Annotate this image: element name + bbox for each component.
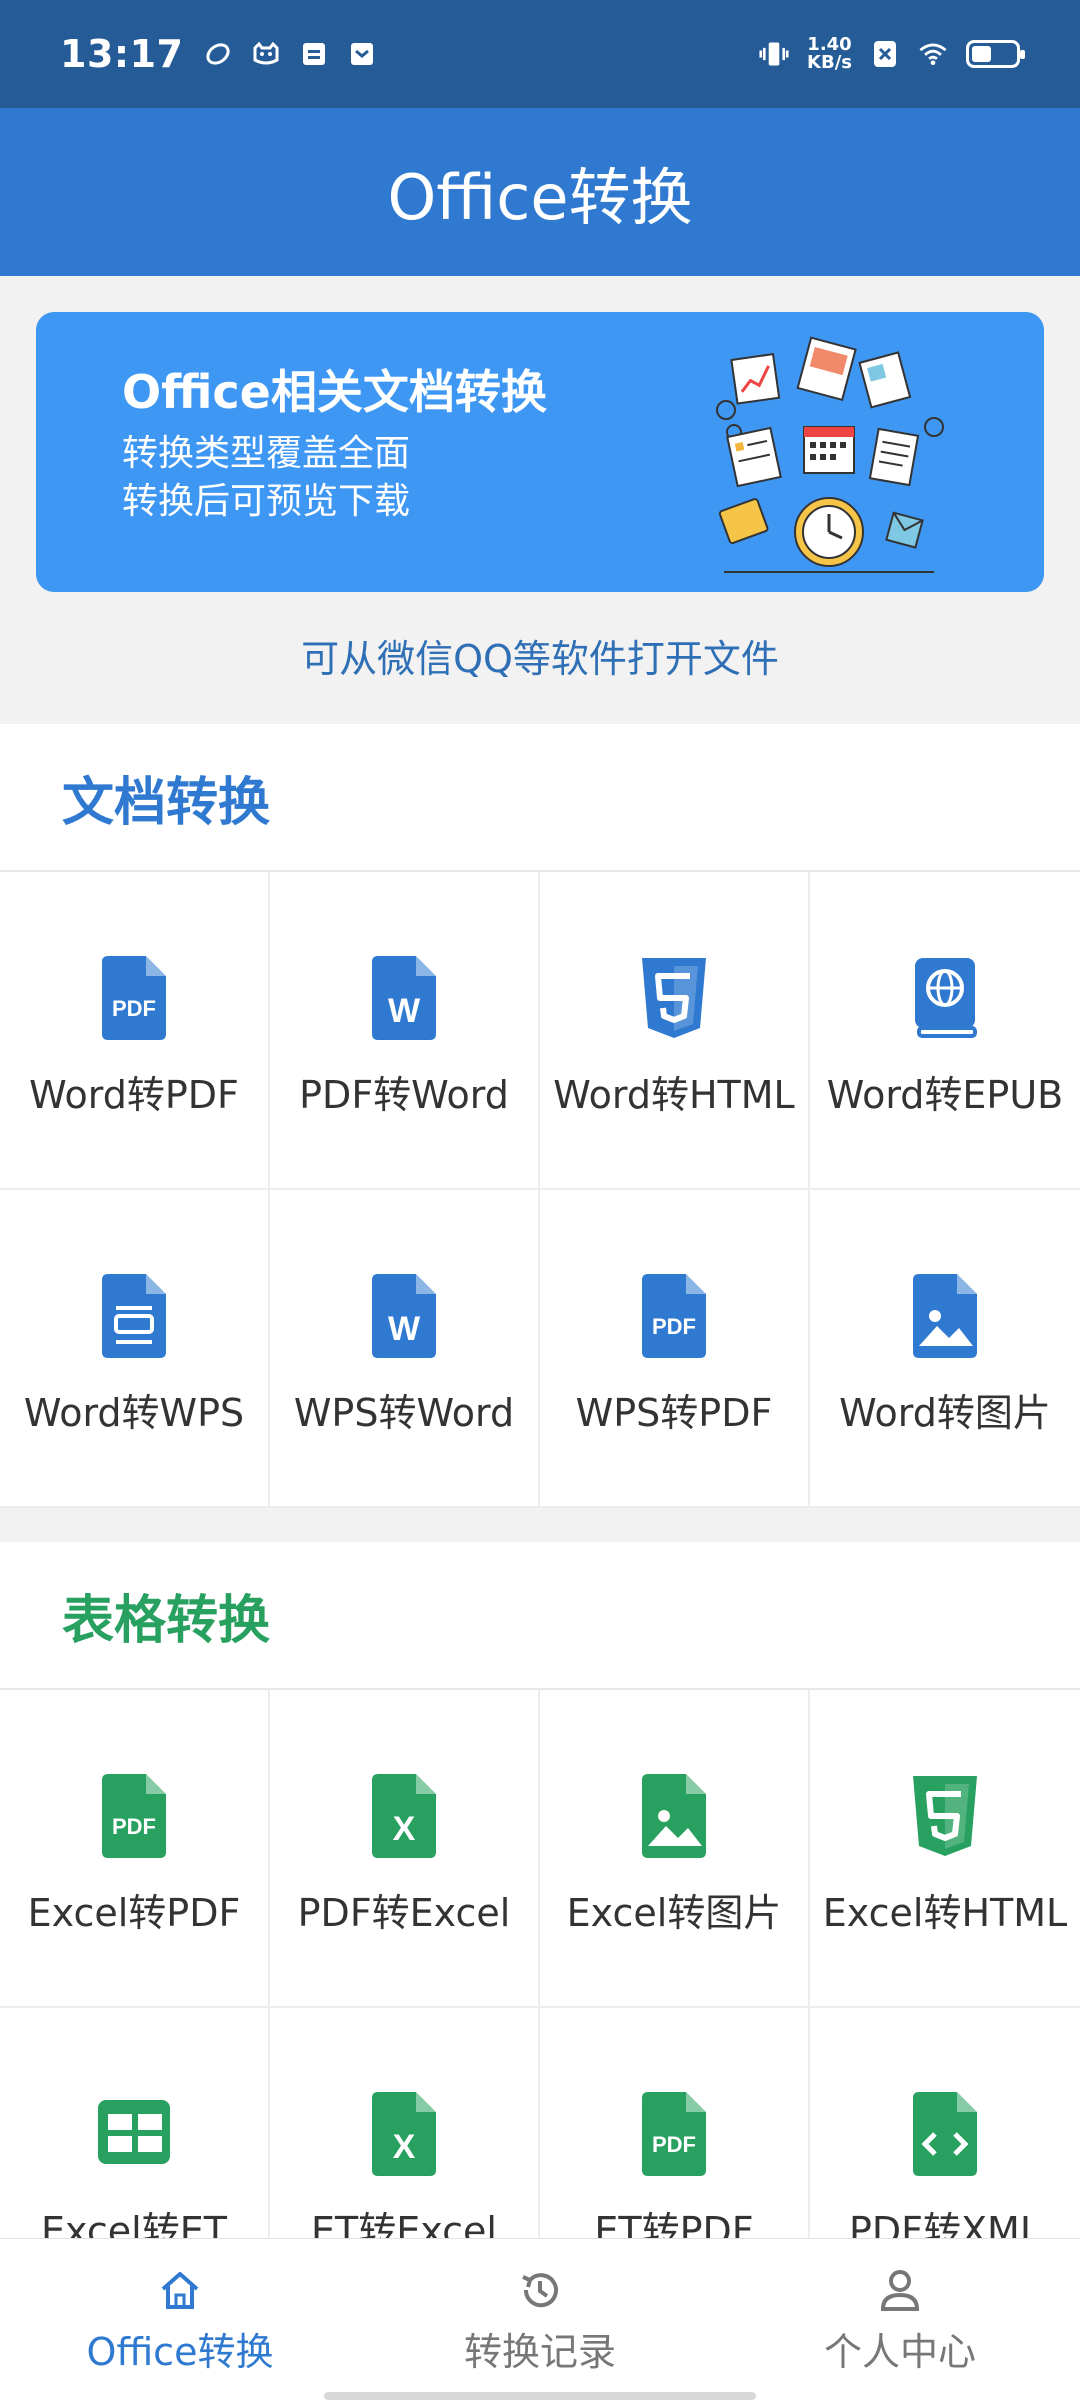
spreadsheet-conversion-grid: PDF Excel转PDF X PDF转Excel Excel转图片 Excel转HTML… xyxy=(0,1690,1080,2326)
spreadsheet-conversion-option[interactable]: X PDF转Excel xyxy=(270,1690,540,2008)
document-conversion-option-label: Word转EPUB xyxy=(826,1073,1064,1117)
pdf-file-icon: PDF xyxy=(631,2088,717,2178)
status-right: 1.40 KB/s xyxy=(759,36,1025,72)
svg-text:W: W xyxy=(388,1310,421,1348)
mail-notification-icon xyxy=(347,39,377,69)
document-conversion-option-label: WPS转Word xyxy=(293,1391,515,1435)
svg-text:PDF: PDF xyxy=(652,2132,696,2157)
html5-icon xyxy=(902,1770,988,1860)
banner-subtitle-2: 转换后可预览下载 xyxy=(122,481,411,522)
excel-file-icon: X xyxy=(361,1770,447,1860)
spreadsheet-conversion-option[interactable]: Excel转HTML xyxy=(810,1690,1080,2008)
svg-text:X: X xyxy=(393,2128,416,2166)
battery-icon xyxy=(966,40,1025,68)
document-conversion-option-label: Word转WPS xyxy=(23,1391,245,1435)
word-file-icon: W xyxy=(361,1270,447,1360)
home-icon xyxy=(155,2265,205,2315)
document-conversion-option[interactable]: W WPS转Word xyxy=(270,1190,540,1508)
nav-item-person[interactable]: 个人中心 xyxy=(720,2239,1080,2408)
svg-text:PDF: PDF xyxy=(112,1814,156,1839)
inbox-notification-icon xyxy=(299,39,329,69)
document-conversion-option-label: WPS转PDF xyxy=(575,1391,773,1435)
html5-icon xyxy=(631,952,717,1042)
spreadsheet-conversion-option-label: Excel转HTML xyxy=(822,1891,1068,1935)
pdf-file-icon: PDF xyxy=(91,952,177,1042)
document-conversion-section: 文档转换 PDF Word转PDF W PDF转Word Word转HTML Word转E… xyxy=(0,724,1080,1508)
svg-text:PDF: PDF xyxy=(112,996,156,1021)
image-file-icon xyxy=(902,1270,988,1360)
nav-label: 转换记录 xyxy=(463,2330,616,2374)
app-bar: Office转换 xyxy=(0,108,1080,276)
nav-label: 个人中心 xyxy=(823,2330,976,2374)
svg-text:X: X xyxy=(393,1810,416,1848)
spreadsheet-conversion-option[interactable]: PDF Excel转PDF xyxy=(0,1690,270,2008)
document-conversion-option-label: Word转图片 xyxy=(839,1391,1051,1435)
network-speed: 1.40 KB/s xyxy=(807,36,852,72)
app-notification-icon xyxy=(203,39,233,69)
document-conversion-option[interactable]: W PDF转Word xyxy=(270,872,540,1190)
wifi-icon xyxy=(918,39,948,69)
document-conversion-option-label: Word转PDF xyxy=(29,1073,239,1117)
gesture-bar xyxy=(324,2392,756,2400)
promo-banner[interactable]: Office相关文档转换 转换类型覆盖全面 转换后可预览下载 xyxy=(36,312,1044,592)
notification-icons xyxy=(203,39,377,69)
wps-file-icon xyxy=(91,1270,177,1360)
spreadsheet-conversion-option-label: PDF转Excel xyxy=(297,1891,511,1935)
document-conversion-option[interactable]: PDF WPS转PDF xyxy=(540,1190,810,1508)
ebook-icon xyxy=(902,952,988,1042)
status-bar: 13:17 1.40 KB/s xyxy=(0,0,1080,108)
document-conversion-option[interactable]: PDF Word转PDF xyxy=(0,872,270,1190)
spreadsheet-conversion-option[interactable]: Excel转图片 xyxy=(540,1690,810,2008)
svg-text:PDF: PDF xyxy=(652,1314,696,1339)
spreadsheet-conversion-option-label: Excel转图片 xyxy=(566,1891,782,1935)
open-from-apps-hint: 可从微信QQ等软件打开文件 xyxy=(301,637,779,681)
svg-text:W: W xyxy=(388,992,421,1030)
app-title: Office转换 xyxy=(387,161,693,234)
pdf-file-icon: PDF xyxy=(631,1270,717,1360)
document-conversion-option[interactable]: Word转WPS xyxy=(0,1190,270,1508)
banner-title: Office相关文档转换 xyxy=(122,365,547,419)
spreadsheet-conversion-section: 表格转换 PDF Excel转PDF X PDF转Excel Excel转图片 Excel… xyxy=(0,1542,1080,2326)
section-title-document: 文档转换 xyxy=(0,724,1080,872)
bottom-navigation: Office转换 转换记录 个人中心 xyxy=(0,2238,1080,2408)
document-conversion-option[interactable]: Word转EPUB xyxy=(810,872,1080,1190)
spreadsheet-conversion-option-label: Excel转PDF xyxy=(27,1891,241,1935)
banner-subtitle-1: 转换类型覆盖全面 xyxy=(122,433,411,474)
table-grid-icon xyxy=(91,2088,177,2178)
no-sim-icon xyxy=(870,39,900,69)
status-time: 13:17 xyxy=(60,32,184,76)
document-conversion-option[interactable]: Word转图片 xyxy=(810,1190,1080,1508)
nav-item-history[interactable]: 转换记录 xyxy=(360,2239,720,2408)
cat-notification-icon xyxy=(251,39,281,69)
network-speed-unit: KB/s xyxy=(807,52,852,73)
nav-label: Office转换 xyxy=(86,2330,274,2374)
nav-item-home[interactable]: Office转换 xyxy=(0,2239,360,2408)
document-conversion-option-label: PDF转Word xyxy=(299,1073,509,1117)
section-title-spreadsheet: 表格转换 xyxy=(0,1542,1080,1690)
document-conversion-option[interactable]: Word转HTML xyxy=(540,872,810,1190)
word-file-icon: W xyxy=(361,952,447,1042)
excel-file-icon: X xyxy=(361,2088,447,2178)
pdf-file-icon: PDF xyxy=(91,1770,177,1860)
person-icon xyxy=(875,2265,925,2315)
code-file-icon xyxy=(902,2088,988,2178)
documents-illustration-icon xyxy=(716,336,944,573)
battery-level xyxy=(972,46,991,62)
document-conversion-grid: PDF Word转PDF W PDF转Word Word转HTML Word转EPUB Wo… xyxy=(0,872,1080,1508)
history-icon xyxy=(515,2265,565,2315)
document-conversion-option-label: Word转HTML xyxy=(553,1073,795,1117)
image-file-icon xyxy=(631,1770,717,1860)
vibrate-icon xyxy=(759,39,789,69)
